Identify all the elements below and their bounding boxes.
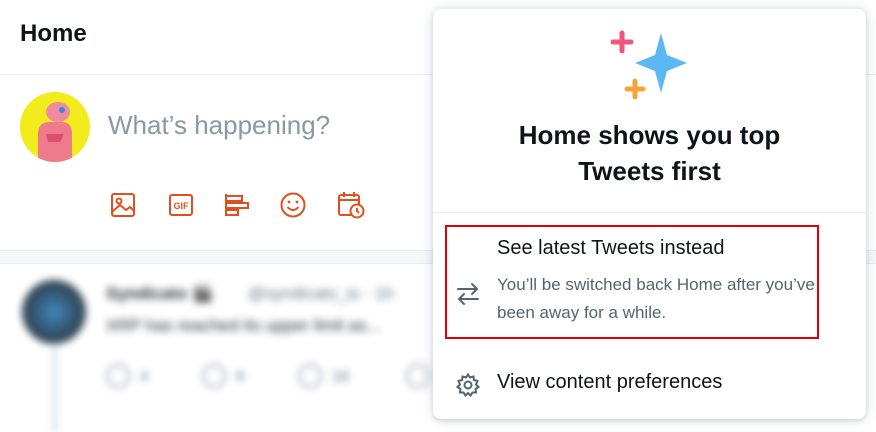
gif-icon[interactable]: GIF xyxy=(166,190,196,220)
retweet-icon xyxy=(202,364,226,388)
thread-line xyxy=(53,348,57,432)
emoji-icon[interactable] xyxy=(278,190,308,220)
image-icon[interactable] xyxy=(108,190,138,220)
share-icon xyxy=(406,364,430,388)
popover-divider xyxy=(433,212,866,213)
gear-icon xyxy=(455,372,481,403)
home-timeline-popover: Home shows you top Tweets first See late… xyxy=(433,9,866,419)
tweet-text: XRP has reached its upper limit as... xyxy=(106,316,381,335)
svg-text:GIF: GIF xyxy=(174,201,190,211)
option-label: See latest Tweets instead xyxy=(497,237,725,259)
popover-title: Home shows you top Tweets first xyxy=(518,120,781,186)
share-button[interactable] xyxy=(406,364,430,388)
retweet-button[interactable]: 6 xyxy=(202,364,244,388)
page-title: Home xyxy=(20,20,87,47)
swap-arrows-icon xyxy=(455,281,481,312)
tweet-author-handle[interactable]: @syndicato_io · 1h xyxy=(248,284,394,304)
poll-icon[interactable] xyxy=(222,190,252,220)
see-latest-tweets-option[interactable]: See latest Tweets instead You’ll be swit… xyxy=(433,223,866,343)
tweet-avatar[interactable] xyxy=(22,280,86,344)
reply-icon xyxy=(106,364,130,388)
view-content-preferences-option[interactable]: View content preferences xyxy=(433,359,866,409)
avatar[interactable] xyxy=(20,92,90,162)
reply-button[interactable]: 4 xyxy=(106,364,148,388)
compose-input[interactable]: What’s happening? xyxy=(108,110,330,141)
tweet-author-name[interactable]: Syndicato 🎬 xyxy=(106,284,213,304)
schedule-icon[interactable] xyxy=(336,190,366,220)
option-label: View content preferences xyxy=(497,371,723,393)
option-description: You’ll be switched back Home after you’v… xyxy=(497,275,815,322)
like-button[interactable]: 18 xyxy=(298,364,349,388)
like-icon xyxy=(298,364,322,388)
sparkle-icon xyxy=(610,30,687,100)
